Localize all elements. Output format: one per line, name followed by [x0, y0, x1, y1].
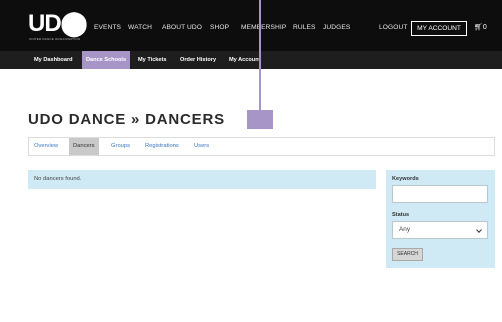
- logo-o-icon: ⬤: [60, 10, 88, 37]
- subnav-dance-schools[interactable]: Dance Schools: [82, 51, 131, 69]
- logout-link[interactable]: LOGOUT: [379, 24, 407, 31]
- page-title: UDO DANCE » DANCERS: [28, 111, 225, 128]
- nav-watch[interactable]: WATCH: [128, 24, 152, 31]
- cart-icon: 🛒︎: [474, 24, 483, 31]
- status-selected-value: Any: [399, 226, 411, 233]
- empty-results-notice: No dancers found.: [28, 170, 376, 189]
- logo-tagline: UNITED DANCE ORGANISATION: [29, 37, 81, 41]
- nav-about-udo[interactable]: ABOUT UDO: [162, 24, 202, 31]
- keywords-label: Keywords: [392, 176, 419, 182]
- subnav-my-dashboard[interactable]: My Dashboard: [34, 51, 73, 69]
- nav-shop[interactable]: SHOP: [210, 24, 229, 31]
- logo-text: UD⬤: [28, 10, 88, 37]
- nav-membership[interactable]: MEMBERSHIP: [241, 24, 286, 31]
- nav-rules[interactable]: RULES: [293, 24, 316, 31]
- udo-logo[interactable]: UD⬤ UNITED DANCE ORGANISATION: [28, 12, 88, 42]
- status-select[interactable]: Any: [392, 221, 488, 239]
- filter-panel: Keywords Status Any SEARCH: [386, 170, 495, 268]
- tab-groups[interactable]: Groups: [111, 138, 130, 155]
- top-navigation-bar: UD⬤ UNITED DANCE ORGANISATION EVENTS WAT…: [0, 0, 502, 51]
- tab-overview[interactable]: Overview: [34, 138, 58, 155]
- my-account-button[interactable]: MY ACCOUNT: [411, 21, 467, 36]
- cart-button[interactable]: 🛒︎0: [474, 23, 487, 31]
- chevron-down-icon: [476, 227, 482, 233]
- scroll-marker-line: [259, 0, 261, 110]
- subnav-my-tickets[interactable]: My Tickets: [138, 51, 167, 69]
- subnav-order-history[interactable]: Order History: [180, 51, 216, 69]
- school-tabs: Overview Dancers Groups Registrations Us…: [28, 137, 495, 156]
- status-label: Status: [392, 212, 410, 218]
- search-button[interactable]: SEARCH: [392, 248, 423, 261]
- scroll-marker-block: [247, 110, 273, 129]
- tab-users[interactable]: Users: [194, 138, 209, 155]
- tab-registrations[interactable]: Registrations: [145, 138, 179, 155]
- keywords-input[interactable]: [392, 185, 488, 203]
- cart-count: 0: [482, 24, 487, 31]
- page: UD⬤ UNITED DANCE ORGANISATION EVENTS WAT…: [0, 0, 502, 322]
- nav-judges[interactable]: JUDGES: [323, 24, 350, 31]
- nav-events[interactable]: EVENTS: [94, 24, 121, 31]
- account-subnav: My Dashboard Dance Schools My Tickets Or…: [0, 51, 502, 69]
- tab-dancers[interactable]: Dancers: [69, 138, 99, 155]
- subnav-my-account[interactable]: My Account: [229, 51, 261, 69]
